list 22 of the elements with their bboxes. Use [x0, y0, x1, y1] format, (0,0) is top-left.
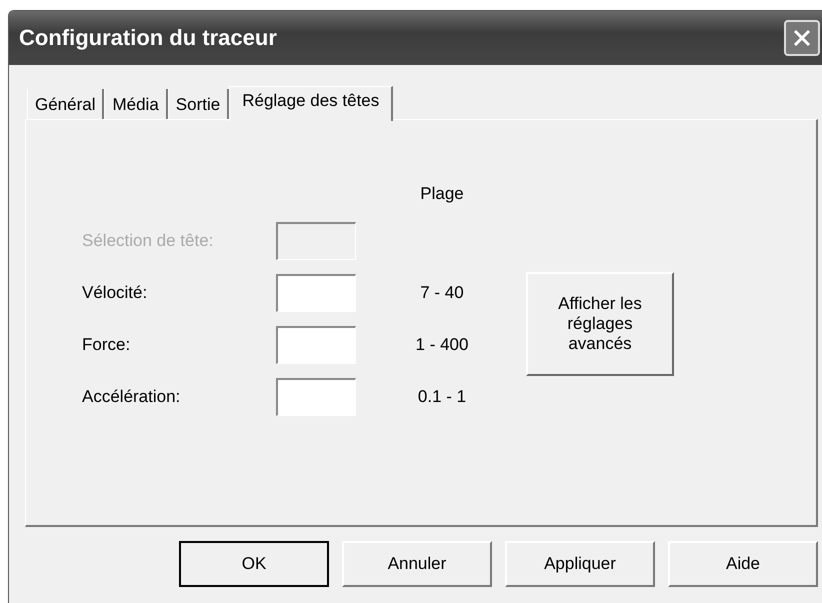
dialog-button[interactable]: OK — [179, 541, 329, 587]
close-icon — [793, 29, 811, 47]
dialog-button[interactable]: Annuler — [342, 541, 492, 587]
close-button[interactable] — [784, 20, 820, 56]
input-field[interactable] — [276, 274, 356, 312]
advanced-settings-button[interactable]: Afficher les réglages avancés — [526, 272, 674, 376]
field-label: Vélocité: — [82, 283, 148, 303]
dialog-button[interactable]: Aide — [668, 541, 818, 587]
field-label: Accélération: — [82, 387, 182, 407]
field-label: Force: — [82, 335, 132, 355]
range-text: 7 - 40 — [419, 283, 465, 303]
tab[interactable]: Réglage des têtes — [229, 86, 394, 121]
input-field[interactable] — [276, 378, 356, 416]
dialog-button[interactable]: Appliquer — [505, 541, 655, 587]
tab[interactable]: Général — [27, 89, 104, 119]
range-text: 1 - 400 — [414, 335, 470, 355]
column-header: Plage — [419, 184, 465, 204]
tab[interactable]: Média — [104, 89, 168, 119]
field-label: Sélection de tête: — [82, 231, 214, 251]
input-field[interactable] — [276, 326, 356, 364]
range-text: 0.1 - 1 — [416, 387, 468, 407]
window-title: Configuration du traceur — [19, 25, 277, 51]
